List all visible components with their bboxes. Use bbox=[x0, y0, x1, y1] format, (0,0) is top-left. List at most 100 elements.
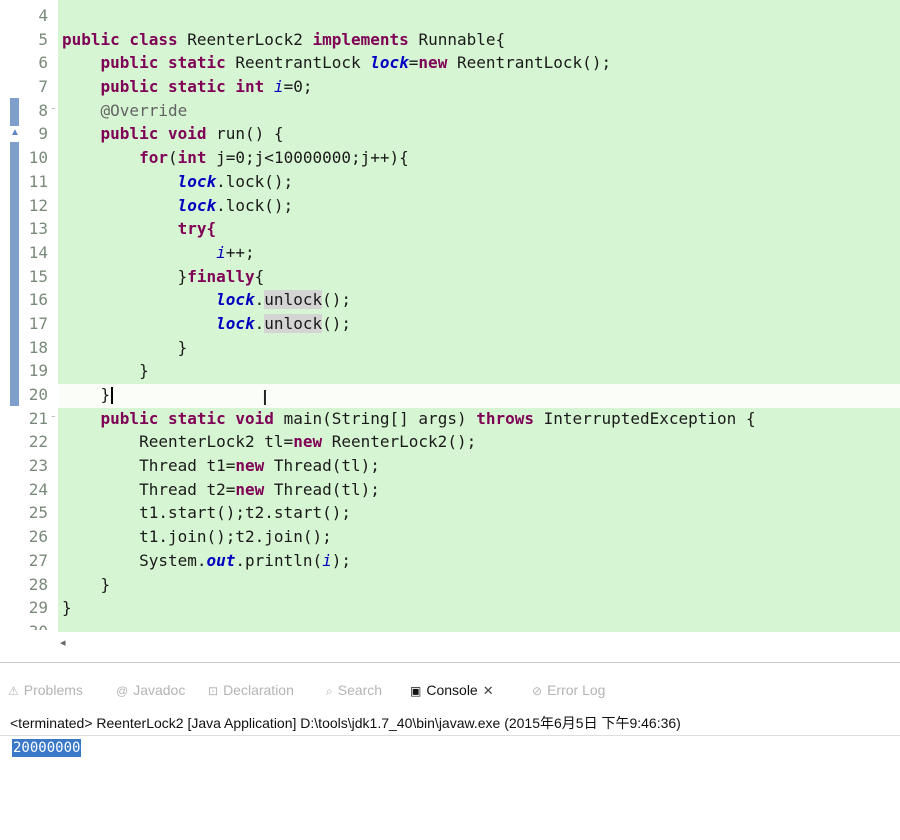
code-line: 5 public class ReenterLock2 implements R… bbox=[0, 28, 900, 52]
line-number: 12 bbox=[28, 195, 48, 215]
code-line: 16 lock.unlock(); bbox=[0, 288, 900, 312]
line-number: 5 bbox=[38, 29, 48, 49]
text-caret bbox=[111, 387, 114, 404]
code-line: 18 } bbox=[0, 336, 900, 360]
line-number: 29 bbox=[28, 598, 48, 618]
problems-icon: ⚠ bbox=[8, 684, 19, 698]
code-line: 23 Thread t1=new Thread(tl); bbox=[0, 454, 900, 478]
fold-toggle-icon[interactable]: ⁻ bbox=[50, 407, 57, 431]
code-text: t1.start();t2.start(); bbox=[139, 503, 351, 523]
code-line: 30 bbox=[0, 620, 900, 630]
error-log-icon: ⊘ bbox=[532, 684, 543, 698]
search-icon: ⌕ bbox=[326, 684, 333, 698]
tab-error-log[interactable]: ⊘ Error Log bbox=[532, 682, 605, 698]
code-line: 20 } bbox=[0, 383, 900, 407]
code-text: } bbox=[62, 598, 72, 618]
mouse-ibeam-cursor-icon: I bbox=[262, 386, 268, 410]
close-icon[interactable]: ✕ bbox=[483, 683, 494, 698]
code-text: Thread t1=new Thread(tl); bbox=[139, 456, 380, 476]
tab-javadoc[interactable]: @ Javadoc bbox=[116, 682, 185, 698]
code-line: 24 Thread t2=new Thread(tl); bbox=[0, 478, 900, 502]
line-number: 23 bbox=[28, 456, 48, 476]
console-separator bbox=[0, 735, 900, 736]
code-text: lock.lock(); bbox=[177, 195, 294, 215]
code-line: 28 } bbox=[0, 573, 900, 597]
code-text: public static void main(String[] args) t… bbox=[100, 408, 756, 428]
code-line: 14 i++; bbox=[0, 241, 900, 265]
code-line: 19 } bbox=[0, 359, 900, 383]
line-number: 20 bbox=[28, 385, 48, 404]
tab-problems[interactable]: ⚠ Problems bbox=[8, 682, 83, 698]
fold-toggle-icon[interactable]: ⁻ bbox=[50, 99, 57, 123]
code-line: 12 lock.lock(); bbox=[0, 194, 900, 218]
line-number: 28 bbox=[28, 574, 48, 594]
panel-divider bbox=[0, 662, 900, 663]
code-line: 15 }finally{ bbox=[0, 265, 900, 289]
line-number: 13 bbox=[28, 219, 48, 239]
line-number: 22 bbox=[28, 432, 48, 452]
code-lines: 4 5 public class ReenterLock2 implements… bbox=[0, 4, 900, 630]
line-number: 10 bbox=[28, 148, 48, 168]
console-header: <terminated> ReenterLock2 [Java Applicat… bbox=[10, 715, 681, 731]
code-text: lock.unlock(); bbox=[216, 290, 351, 310]
tab-console[interactable]: ▣ Console ✕ bbox=[410, 682, 494, 699]
line-number: 16 bbox=[28, 290, 48, 310]
scroll-left-arrow-icon[interactable]: ◂ bbox=[60, 636, 66, 649]
code-line: 26 t1.join();t2.join(); bbox=[0, 525, 900, 549]
code-text: }finally{ bbox=[177, 266, 265, 286]
line-number: 24 bbox=[28, 479, 48, 499]
code-line: 10 for(int j=0;j<10000000;j++){ bbox=[0, 146, 900, 170]
code-line: 29 } bbox=[0, 596, 900, 620]
code-text: } bbox=[139, 361, 149, 381]
line-number: 19 bbox=[28, 361, 48, 381]
line-number: 7 bbox=[38, 77, 48, 97]
bottom-panel-tabs: ⚠ Problems @ Javadoc ⊡ Declaration ⌕ Search … bbox=[0, 676, 900, 706]
line-number: 27 bbox=[28, 550, 48, 570]
tab-search[interactable]: ⌕ Search bbox=[326, 682, 382, 699]
code-line: 22 ReenterLock2 tl=new ReenterLock2(); bbox=[0, 430, 900, 454]
line-number: 18 bbox=[28, 337, 48, 357]
code-text: ReenterLock2 tl=new ReenterLock2(); bbox=[139, 432, 477, 452]
console-icon: ▣ bbox=[410, 684, 422, 698]
code-line: 21 ⁻ public static void main(String[] arg… bbox=[0, 407, 900, 431]
code-line: 9 public void run() { bbox=[0, 122, 900, 146]
line-number: 25 bbox=[28, 503, 48, 523]
code-text: i++; bbox=[216, 242, 255, 262]
javadoc-icon: @ bbox=[116, 684, 129, 698]
line-number: 30 bbox=[20, 620, 48, 630]
code-text: public void run() { bbox=[100, 124, 284, 144]
line-number: 4 bbox=[38, 6, 48, 25]
line-number: 9 bbox=[38, 124, 48, 144]
code-line: 11 lock.lock(); bbox=[0, 170, 900, 194]
code-text: } bbox=[100, 574, 111, 594]
line-number: 15 bbox=[28, 266, 48, 286]
code-text: try{ bbox=[177, 219, 217, 239]
code-text: for(int j=0;j<10000000;j++){ bbox=[139, 148, 409, 168]
code-editor[interactable]: ▲ 4 5 public class ReenterLock2 implemen… bbox=[0, 0, 900, 662]
code-text: } bbox=[177, 337, 188, 357]
tab-declaration[interactable]: ⊡ Declaration bbox=[208, 682, 294, 698]
code-text: lock.unlock(); bbox=[216, 313, 351, 333]
line-number: 8 bbox=[38, 100, 48, 120]
code-text: Thread t2=new Thread(tl); bbox=[139, 479, 380, 499]
code-line: 7 public static int i=0; bbox=[0, 75, 900, 99]
code-text: } bbox=[62, 383, 114, 407]
code-line: 27 System.out.println(i); bbox=[0, 549, 900, 573]
line-number: 14 bbox=[28, 242, 48, 262]
console-output[interactable]: 20000000 bbox=[12, 739, 82, 757]
line-number: 26 bbox=[28, 527, 48, 547]
line-number: 11 bbox=[28, 171, 48, 191]
code-line: 4 bbox=[0, 4, 900, 28]
code-text: @Override bbox=[100, 100, 188, 120]
code-line: 17 lock.unlock(); bbox=[0, 312, 900, 336]
code-line: 8 ⁻ @Override bbox=[0, 99, 900, 123]
line-number: 21 bbox=[28, 408, 48, 428]
code-text: public static ReentrantLock lock=new Ree… bbox=[100, 53, 612, 73]
code-text: System.out.println(i); bbox=[139, 550, 352, 570]
code-line: 25 t1.start();t2.start(); bbox=[0, 501, 900, 525]
code-text: public class ReenterLock2 implements Run… bbox=[62, 29, 506, 49]
declaration-icon: ⊡ bbox=[208, 684, 219, 698]
code-line: 13 try{ bbox=[0, 217, 900, 241]
line-number: 17 bbox=[28, 313, 48, 333]
code-text: public static int i=0; bbox=[100, 77, 313, 97]
